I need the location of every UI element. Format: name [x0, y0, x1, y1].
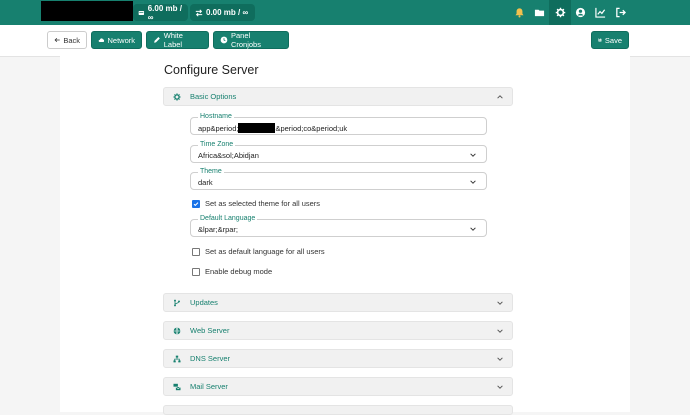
storage-usage-value: 6.00 mb / ∞: [147, 3, 182, 22]
default-language-label: Default Language: [198, 214, 258, 223]
theme-all-users-option[interactable]: Set as selected theme for all users: [192, 199, 320, 208]
back-button[interactable]: Back: [47, 31, 87, 49]
gear-icon: [173, 92, 182, 101]
updates-title: Updates: [190, 298, 218, 307]
page-title: Configure Server: [164, 63, 259, 77]
dns-server-title: DNS Server: [190, 354, 231, 363]
panel-cronjobs-button[interactable]: Panel Cronjobs: [213, 31, 289, 49]
default-language-select[interactable]: Default Language &lpar;&rpar;: [190, 214, 487, 237]
clock-icon: [220, 36, 228, 44]
white-label-button[interactable]: White Label: [146, 31, 209, 49]
chevron-down-icon: [497, 357, 503, 361]
mail-server-title: Mail Server: [190, 382, 228, 391]
theme-value: dark: [198, 178, 213, 187]
save-button[interactable]: Save: [591, 31, 629, 49]
language-all-users-checkbox[interactable]: [192, 247, 200, 256]
time-zone-select[interactable]: Time Zone Africa&sol;Abidjan: [190, 140, 487, 163]
theme-label: Theme: [198, 167, 224, 176]
code-branch-icon: [173, 298, 182, 307]
user-circle-icon[interactable]: [573, 5, 587, 19]
logout-icon[interactable]: [613, 5, 627, 19]
theme-select[interactable]: Theme dark: [190, 167, 487, 190]
save-button-label: Save: [604, 35, 622, 45]
sitemap-icon: [173, 354, 182, 363]
default-language-value: &lpar;&rpar;: [198, 225, 239, 234]
globe-icon: [173, 326, 182, 335]
chevron-down-icon: [470, 180, 476, 184]
storage-usage: 6.00 mb / ∞: [133, 3, 188, 22]
chevron-up-icon: [497, 95, 503, 99]
time-zone-label: Time Zone: [198, 140, 236, 149]
web-server-title: Web Server: [190, 326, 230, 335]
hostname-suffix: &period;co&period;uk: [275, 124, 348, 133]
chevron-down-icon: [497, 301, 503, 305]
theme-all-users-label: Set as selected theme for all users: [205, 199, 321, 208]
action-toolbar: Back Network White Label Panel Cronjobs …: [0, 25, 690, 57]
chevron-down-icon: [470, 153, 476, 157]
mail-server-accordion-header[interactable]: Mail Server: [163, 377, 513, 396]
hostname-prefix: app&period;: [198, 124, 239, 133]
hostname-label: Hostname: [198, 112, 234, 121]
chevron-down-icon: [497, 329, 503, 333]
redacted-hostname: [238, 123, 276, 133]
basic-options-title: Basic Options: [190, 92, 237, 101]
next-accordion-header[interactable]: [163, 405, 513, 415]
dns-server-accordion-header[interactable]: DNS Server: [163, 349, 513, 368]
top-navbar: 6.00 mb / ∞ 0.00 mb / ∞: [0, 0, 690, 25]
folder-icon[interactable]: [532, 5, 546, 19]
debug-mode-option[interactable]: Enable debug mode: [192, 267, 272, 276]
hostname-value: app&period; &period;co&period;uk: [198, 123, 347, 133]
back-button-label: Back: [63, 35, 80, 45]
checkmark-icon: [193, 201, 199, 206]
chevron-down-icon: [497, 385, 503, 389]
web-server-accordion-header[interactable]: Web Server: [163, 321, 513, 340]
basic-options-accordion-header[interactable]: Basic Options: [163, 87, 513, 106]
mail-bulk-icon: [173, 382, 182, 391]
debug-mode-label: Enable debug mode: [205, 267, 273, 276]
storage-icon: [138, 10, 145, 15]
theme-all-users-checkbox[interactable]: [192, 199, 200, 208]
network-button[interactable]: Network: [91, 31, 142, 49]
pencil-icon: [154, 37, 160, 43]
updates-accordion-header[interactable]: Updates: [163, 293, 513, 312]
gear-icon[interactable]: [549, 0, 571, 25]
language-all-users-option[interactable]: Set as default language for all users: [192, 247, 325, 256]
redacted-brand: [41, 1, 133, 21]
bell-icon[interactable]: [512, 5, 526, 19]
cloud-icon: [98, 38, 105, 42]
chart-line-icon[interactable]: [593, 5, 607, 19]
chevron-down-icon: [470, 227, 476, 231]
arrow-left-icon: [54, 37, 60, 43]
hostname-field[interactable]: Hostname app&period; &period;co&period;uk: [190, 112, 487, 135]
network-button-label: Network: [107, 35, 135, 45]
transfer-icon: [195, 8, 203, 17]
debug-mode-checkbox[interactable]: [192, 267, 200, 276]
time-zone-value: Africa&sol;Abidjan: [198, 151, 259, 160]
transfer-usage: 0.00 mb / ∞: [190, 4, 255, 21]
white-label-button-label: White Label: [163, 31, 183, 49]
floppy-disk-icon: [598, 38, 602, 42]
transfer-usage-value: 0.00 mb / ∞: [206, 8, 249, 17]
language-all-users-label: Set as default language for all users: [205, 247, 325, 256]
panel-cronjobs-button-label: Panel Cronjobs: [230, 31, 261, 49]
